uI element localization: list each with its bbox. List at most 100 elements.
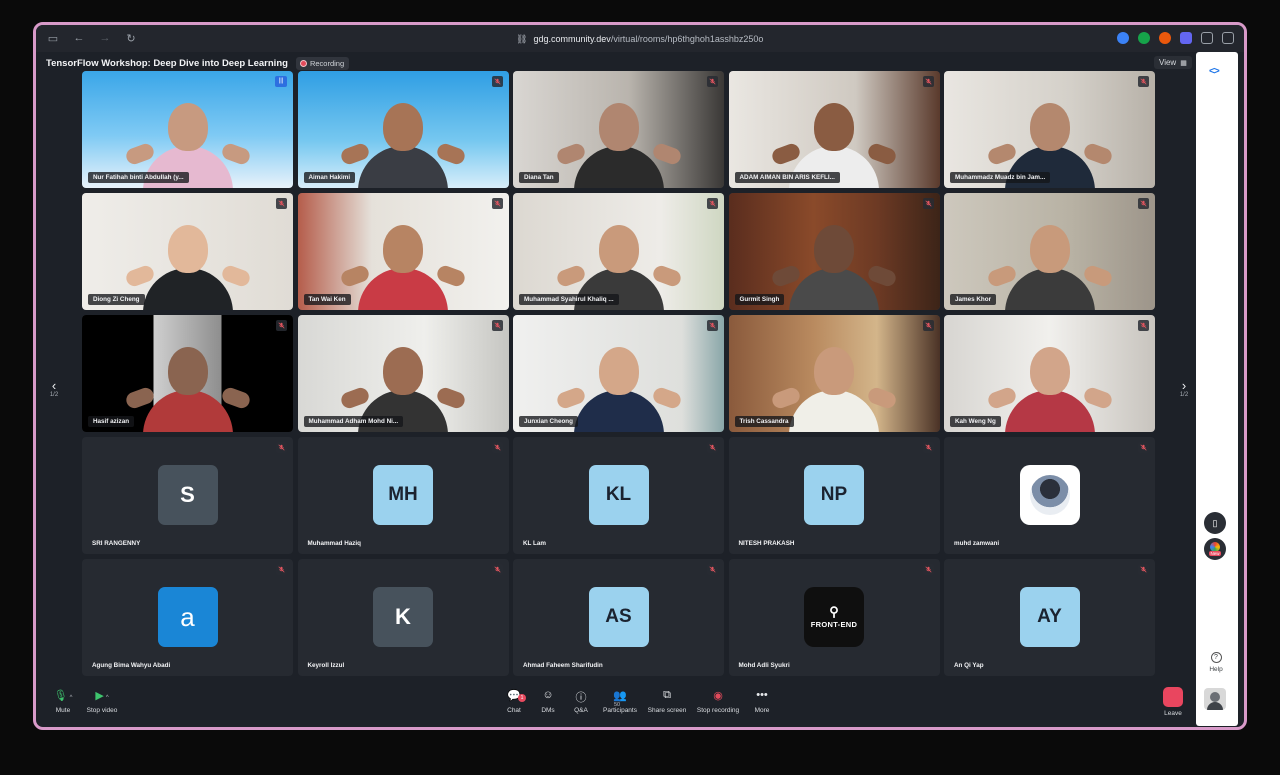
reload-icon[interactable]: ↻ <box>124 32 138 45</box>
url-path: /virtual/rooms/hp6thghoh1asshbz250o <box>610 34 764 44</box>
participant-name: Junxian Cheong <box>519 416 578 427</box>
participant-name: ADAM AIMAN BIN ARIS KEFLI... <box>734 172 840 183</box>
participant-tile[interactable]: Trish Cassandra <box>728 315 940 432</box>
reader-icon[interactable] <box>1201 32 1213 44</box>
mic-muted-icon <box>491 564 503 575</box>
participant-avatar: KL <box>588 465 649 525</box>
participant-name: Tan Wai Ken <box>303 294 351 305</box>
browser-window: ▭ ← → ↻ ⛓ gdg.community.dev/virtual/room… <box>33 22 1247 730</box>
participant-name: Ahmad Faheem Sharifudin <box>523 662 603 669</box>
participant-name: KL Lam <box>523 540 546 547</box>
participant-name: Mohd Adli Syukri <box>738 662 790 669</box>
grid-icon: ▦ <box>1180 59 1187 67</box>
sidebar-toggle-icon[interactable]: ▭ <box>46 32 60 45</box>
profile-photo-icon <box>1029 475 1070 515</box>
stop-video-button[interactable]: ▶ ^ Stop video <box>72 689 132 714</box>
extension-blue-icon[interactable] <box>1117 32 1129 44</box>
view-button[interactable]: View ▦ <box>1154 56 1192 69</box>
recording-label: Recording <box>309 58 345 68</box>
mic-muted-icon <box>491 76 503 87</box>
prev-page[interactable]: ‹ 1/2 <box>46 378 62 398</box>
video-camera-icon: ▶ ^ <box>95 690 109 702</box>
participant-tile[interactable]: Muhammad Syahirul Khaliq ... <box>513 193 724 310</box>
participant-tile[interactable]: Tan Wai Ken <box>297 193 509 310</box>
sidebar-right-icon[interactable] <box>1222 32 1234 44</box>
participant-tile[interactable]: ADAM AIMAN BIN ARIS KEFLI... <box>728 71 940 188</box>
meeting-header: TensorFlow Workshop: Deep Dive into Deep… <box>46 56 350 70</box>
new-feature-button[interactable]: New <box>1204 538 1226 560</box>
participant-avatar: AY <box>1019 587 1080 647</box>
mic-muted-icon <box>707 564 718 575</box>
participant-tile[interactable]: ||| Nur Fatihah binti Abdullah (y... <box>82 71 293 188</box>
extension-green-icon[interactable] <box>1138 32 1150 44</box>
participant-tile[interactable]: muhd zamwani <box>944 437 1155 554</box>
address-bar[interactable]: ⛓ gdg.community.dev/virtual/rooms/hp6thg… <box>516 31 776 47</box>
participant-tile[interactable]: Muhammadz Muadz bin Jam... <box>944 71 1155 188</box>
participant-tile[interactable]: Kah Weng Ng <box>944 315 1155 432</box>
participant-tile[interactable]: Diong Zi Cheng <box>82 193 293 310</box>
side-panel: <> ▯ New ? Help <box>1196 52 1238 726</box>
participant-tile[interactable]: ⚲ FRONT-END Mohd Adli Syukri <box>728 559 940 676</box>
leave-icon <box>1163 687 1183 707</box>
book-icon[interactable]: ▯ <box>1204 512 1226 534</box>
leave-button[interactable]: Leave <box>1143 687 1203 717</box>
mic-muted-icon <box>922 564 934 575</box>
participant-avatar: S <box>157 465 218 525</box>
participant-name: Gurmit Singh <box>734 294 785 305</box>
view-label: View <box>1159 58 1177 67</box>
mic-muted-icon <box>707 76 718 87</box>
participant-tile[interactable]: Hasif azizan <box>82 315 293 432</box>
link-icon: ⛓ <box>516 33 528 44</box>
more-button[interactable]: ••• More <box>732 689 792 714</box>
participant-tile[interactable]: AY An Qi Yap <box>944 559 1155 676</box>
participant-tile[interactable]: Junxian Cheong <box>513 315 724 432</box>
participant-tile[interactable]: NP NITESH PRAKASH <box>728 437 940 554</box>
extension-purple-icon[interactable] <box>1180 32 1192 44</box>
user-avatar[interactable] <box>1204 688 1226 710</box>
help-button[interactable]: ? Help <box>1204 652 1228 673</box>
avatar-logo-text: FRONT-END <box>810 620 858 629</box>
participant-tile[interactable]: S SRI RANGENNY <box>82 437 293 554</box>
participant-name: NITESH PRAKASH <box>738 540 795 547</box>
participant-name: An Qi Yap <box>954 662 984 669</box>
participant-avatar: AS <box>588 587 649 647</box>
participants-label: Participants <box>603 707 637 714</box>
mic-muted-icon <box>276 198 287 209</box>
browser-toolbar: ▭ ← → ↻ ⛓ gdg.community.dev/virtual/room… <box>36 25 1244 52</box>
participant-video-figure <box>985 210 1114 310</box>
participant-name: James Khor <box>950 294 997 305</box>
mic-muted-icon <box>491 198 503 209</box>
participant-avatar: K <box>373 587 433 647</box>
participant-video-figure <box>123 210 252 310</box>
participant-avatar: a <box>157 587 218 647</box>
chevron-left-icon: ‹ <box>51 378 57 393</box>
participant-tile[interactable]: Diana Tan <box>513 71 724 188</box>
mic-muted-icon <box>922 198 934 209</box>
mic-muted-icon <box>491 442 503 453</box>
participant-video-figure <box>554 88 683 188</box>
participant-name: Muhammad Haziq <box>307 540 362 547</box>
participant-tile[interactable]: KL KL Lam <box>513 437 724 554</box>
participant-tile[interactable]: Muhammad Adham Mohd Ni... <box>297 315 509 432</box>
meditation-logo-icon: ⚲ <box>829 604 839 619</box>
participant-video-figure <box>770 210 898 310</box>
participant-video-figure <box>339 210 467 310</box>
participant-tile[interactable]: K Keyroll Izzul <box>297 559 509 676</box>
extension-red-icon[interactable] <box>1159 32 1171 44</box>
participants-count: 50 <box>614 702 621 708</box>
help-label: Help <box>1209 666 1223 673</box>
participant-name: Keyroll Izzul <box>307 662 345 669</box>
new-badge: New <box>1209 551 1221 556</box>
back-icon[interactable]: ← <box>72 32 86 45</box>
mic-muted-icon <box>707 442 718 453</box>
participant-tile[interactable]: a Agung Bima Wahyu Abadi <box>82 559 293 676</box>
forward-icon[interactable]: → <box>98 32 112 45</box>
participant-tile[interactable]: Aiman Hakimi <box>297 71 509 188</box>
participant-tile[interactable]: James Khor <box>944 193 1155 310</box>
next-page[interactable]: › 1/2 <box>1176 379 1192 398</box>
participant-tile[interactable]: MH Muhammad Haziq <box>297 437 509 554</box>
mic-muted-icon <box>707 320 718 331</box>
participant-tile[interactable]: Gurmit Singh <box>728 193 940 310</box>
participant-tile[interactable]: AS Ahmad Faheem Sharifudin <box>513 559 724 676</box>
participant-name: Agung Bima Wahyu Abadi <box>92 662 171 669</box>
